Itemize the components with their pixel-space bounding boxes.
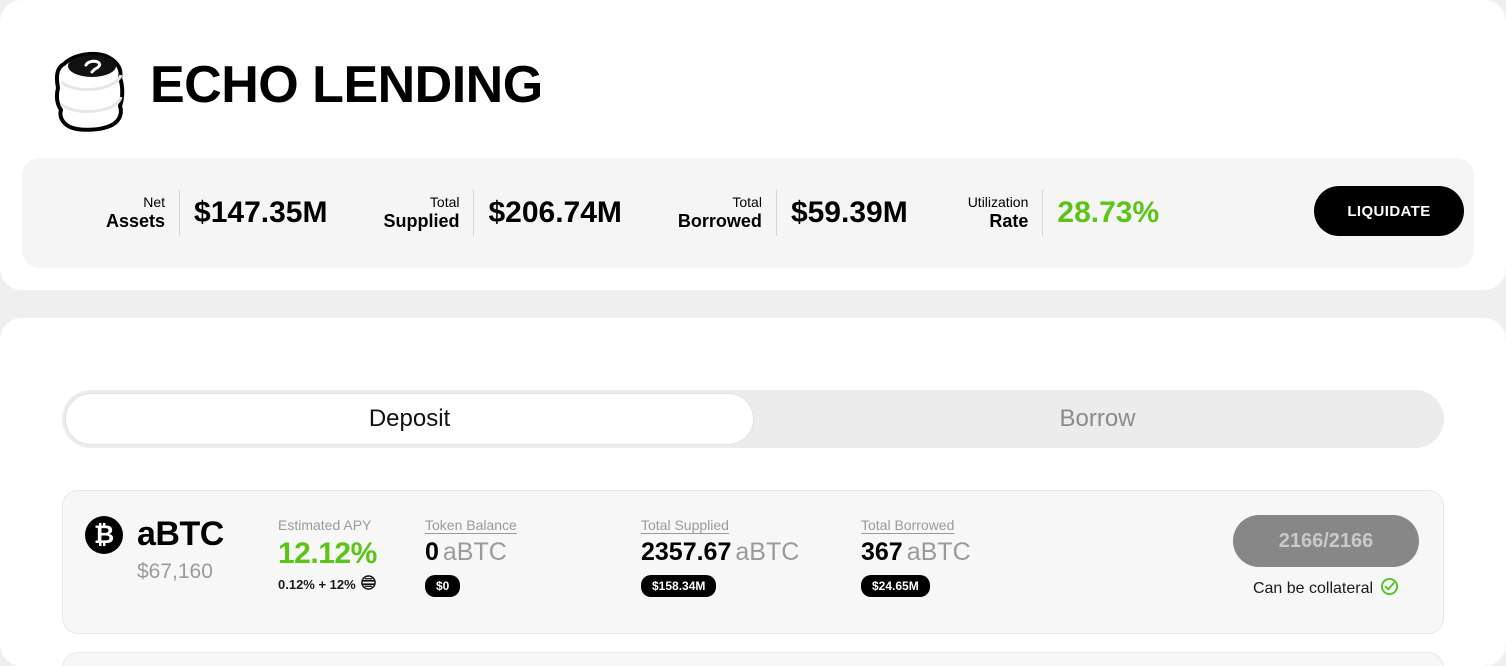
asset-total-borrowed-cell: Total Borrowed 367aBTC $24.65M: [861, 517, 971, 597]
total-borrowed-number: 367: [861, 538, 903, 566]
asset-token-balance-cell: Token Balance 0aBTC $0: [425, 517, 517, 597]
total-supplied-symbol: aBTC: [735, 538, 799, 566]
stat-value: 28.73%: [1057, 196, 1159, 230]
asset-symbol: aBTC: [137, 515, 224, 554]
total-borrowed-usd-badge: $24.65M: [861, 575, 930, 597]
token-balance-symbol: aBTC: [443, 538, 507, 566]
header-card: ECHO LENDING Net Assets $147.35M Total S…: [0, 0, 1506, 290]
token-balance-amount: 0aBTC: [425, 539, 517, 567]
stat-divider: [1042, 190, 1043, 236]
stat-label-bottom: Rate: [968, 211, 1029, 231]
tab-borrow[interactable]: Borrow: [754, 393, 1441, 445]
apy-breakdown: 0.12% + 12%: [278, 575, 377, 593]
stat-label-bottom: Supplied: [383, 211, 459, 231]
stat-label: Total Supplied: [383, 195, 473, 231]
tab-deposit[interactable]: Deposit: [65, 393, 754, 445]
apy-label: Estimated APY: [278, 517, 377, 533]
stat-label: Utilization Rate: [968, 195, 1043, 231]
asset-row[interactable]: ₿ aBTC $67,160 Estimated APY 12.12% 0.12…: [62, 490, 1444, 634]
echo-stack-logo-icon: [52, 38, 128, 132]
asset-row[interactable]: [62, 652, 1444, 666]
asset-action-cell: 2166/2166 Can be collateral: [1233, 515, 1419, 601]
brand: ECHO LENDING: [52, 38, 543, 132]
total-supplied-usd-badge: $158.34M: [641, 575, 716, 597]
total-supplied-label[interactable]: Total Supplied: [641, 517, 799, 533]
total-supplied-number: 2357.67: [641, 538, 731, 566]
total-borrowed-symbol: aBTC: [907, 538, 971, 566]
stat-label: Net Assets: [106, 195, 179, 231]
bitcoin-icon: ₿: [85, 516, 123, 554]
stat-divider: [179, 190, 180, 236]
asset-total-supplied-cell: Total Supplied 2357.67aBTC $158.34M: [641, 517, 799, 597]
layers-circle-icon: [361, 575, 376, 593]
market-mode-tabs: Deposit Borrow: [62, 390, 1444, 448]
stat-label-bottom: Borrowed: [678, 211, 762, 231]
stat-total-borrowed: Total Borrowed $59.39M: [678, 187, 908, 239]
stat-label-top: Utilization: [968, 195, 1029, 211]
lending-app-page: ECHO LENDING Net Assets $147.35M Total S…: [0, 0, 1506, 666]
collateral-status: Can be collateral: [1233, 577, 1419, 601]
markets-card: Deposit Borrow ₿ aBTC $67,160 Estimated …: [0, 318, 1506, 666]
token-balance-label[interactable]: Token Balance: [425, 517, 517, 533]
stat-label-bottom: Assets: [106, 211, 165, 231]
total-supplied-amount: 2357.67aBTC: [641, 539, 799, 567]
stats-bar: Net Assets $147.35M Total Supplied $206.…: [22, 158, 1474, 268]
token-header: ₿ aBTC: [85, 515, 224, 554]
stat-value: $147.35M: [194, 196, 327, 230]
apy-breakdown-text: 0.12% + 12%: [278, 577, 356, 592]
stat-utilization-rate: Utilization Rate 28.73%: [968, 187, 1159, 239]
stat-label: Total Borrowed: [678, 195, 776, 231]
stat-value: $206.74M: [488, 196, 621, 230]
total-borrowed-label[interactable]: Total Borrowed: [861, 517, 971, 533]
token-balance-usd-badge: $0: [425, 575, 460, 597]
collateral-label: Can be collateral: [1253, 580, 1373, 598]
asset-apy-cell: Estimated APY 12.12% 0.12% + 12%: [278, 517, 377, 593]
token-balance-number: 0: [425, 538, 439, 566]
asset-price: $67,160: [137, 560, 224, 584]
check-circle-icon: [1380, 577, 1399, 601]
stat-label-top: Total: [383, 195, 459, 211]
liquidate-button[interactable]: LIQUIDATE: [1314, 186, 1464, 236]
stat-value: $59.39M: [791, 196, 908, 230]
stat-label-top: Total: [678, 195, 762, 211]
stat-divider: [473, 190, 474, 236]
stat-total-supplied: Total Supplied $206.74M: [383, 187, 621, 239]
stat-label-top: Net: [106, 195, 165, 211]
stat-net-assets: Net Assets $147.35M: [106, 187, 327, 239]
supply-cap-button[interactable]: 2166/2166: [1233, 515, 1419, 567]
apy-value: 12.12%: [278, 537, 377, 571]
page-title: ECHO LENDING: [150, 59, 543, 111]
total-borrowed-amount: 367aBTC: [861, 539, 971, 567]
stat-divider: [776, 190, 777, 236]
asset-token-cell: ₿ aBTC $67,160: [85, 515, 224, 584]
